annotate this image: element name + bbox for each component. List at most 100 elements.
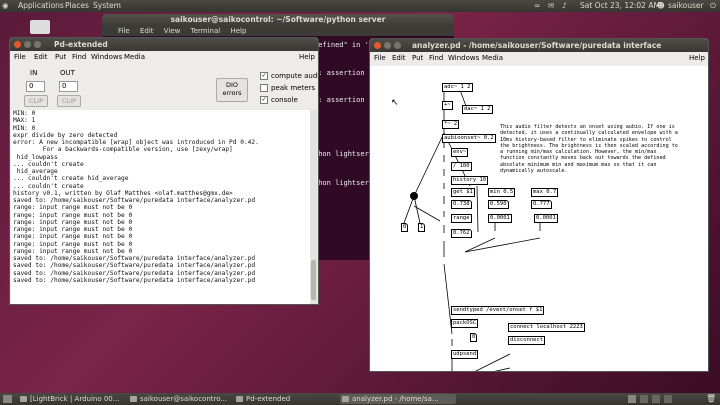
- pd-menu-media[interactable]: Media: [124, 51, 145, 63]
- analyzer-titlebar[interactable]: analyzer.pd - /home/saikouser/Software/p…: [370, 39, 708, 52]
- peak-meters-checkbox[interactable]: peak meters: [260, 84, 315, 92]
- pd-menu-file[interactable]: File: [14, 51, 26, 63]
- analyzer-menu-edit[interactable]: Edit: [392, 52, 406, 64]
- console-checkbox[interactable]: ✓ console: [260, 96, 298, 104]
- pd-console[interactable]: MIN: 0 MAX: 1 MIN: 0 expr divide by zero de…: [11, 110, 311, 304]
- env-object[interactable]: env~: [451, 148, 469, 157]
- compute-audio-check[interactable]: ✓: [260, 72, 268, 80]
- ubuntu-logo-icon[interactable]: ◉: [2, 1, 9, 10]
- minimize-icon[interactable]: [384, 42, 391, 49]
- packosc-object[interactable]: packOSC: [451, 319, 479, 328]
- close-icon[interactable]: [374, 42, 381, 49]
- desktop-drive-icon[interactable]: [30, 20, 50, 34]
- number-one[interactable]: 1: [418, 223, 426, 232]
- pd-menu-help[interactable]: Help: [299, 51, 315, 63]
- pd-extended-titlebar[interactable]: Pd-extended: [10, 38, 318, 51]
- applications-menu[interactable]: Applications: [18, 1, 64, 10]
- volume-icon[interactable]: ♪: [562, 1, 567, 10]
- minimize-icon[interactable]: [24, 41, 31, 48]
- analyzer-menu-put[interactable]: Put: [412, 52, 423, 64]
- terminal-menu-view[interactable]: View: [164, 27, 181, 35]
- console-line: range: input range must not be 0: [13, 211, 133, 219]
- plus-object[interactable]: +~: [442, 101, 453, 110]
- divide-object[interactable]: / 100: [451, 162, 472, 171]
- terminal-menu-edit[interactable]: Edit: [140, 27, 154, 35]
- number-min[interactable]: 0.590: [488, 200, 509, 209]
- pd-menu-edit[interactable]: Edit: [34, 51, 48, 63]
- user-menu[interactable]: saikouser: [668, 1, 704, 10]
- console-line: range: input range must not be 0: [13, 247, 133, 255]
- terminal-menu-file[interactable]: File: [118, 27, 130, 35]
- history-object[interactable]: history 10: [451, 176, 489, 185]
- console-line: ... couldn't create hid_average: [13, 175, 129, 183]
- pd-icon: [236, 396, 243, 402]
- workspace-1[interactable]: [628, 395, 636, 403]
- terminal-title[interactable]: saikouser@saikocontrol: ~/Software/pytho…: [102, 14, 454, 26]
- pd-menu-windows[interactable]: Windows: [91, 51, 122, 63]
- connect-message[interactable]: connect localhost 2223: [508, 323, 585, 332]
- power-icon[interactable]: ⏻: [710, 1, 716, 11]
- show-desktop-icon[interactable]: [3, 395, 12, 403]
- console-line: saved to: /home/saikouser/Software/pured…: [13, 262, 256, 270]
- console-line: saved to: /home/saikouser/Software/pured…: [13, 197, 256, 204]
- terminal-line: thon lightser: [314, 150, 369, 158]
- trash-icon[interactable]: 🗑: [706, 394, 716, 403]
- mail-icon[interactable]: ✉: [548, 1, 554, 10]
- number-zero[interactable]: 0: [401, 223, 409, 232]
- in-clip-button[interactable]: CLIP: [24, 95, 48, 107]
- peak-meters-check[interactable]: [260, 84, 268, 92]
- taskbar-label: [LightBrick | Arduino 00...: [30, 395, 120, 403]
- taskbar-item-pd-extended[interactable]: Pd-extended: [234, 394, 346, 404]
- clock[interactable]: Sat Oct 23, 12:02 AM: [580, 1, 660, 10]
- analyzer-menu-windows[interactable]: Windows: [448, 52, 479, 64]
- terminal-menu-terminal[interactable]: Terminal: [191, 27, 221, 35]
- console-scrollbar[interactable]: [310, 110, 317, 304]
- times-object[interactable]: *~ 2: [442, 120, 460, 129]
- analyzer-menu-help[interactable]: Help: [689, 52, 705, 64]
- pd-menu-put[interactable]: Put: [55, 51, 66, 63]
- system-menu[interactable]: System: [93, 1, 121, 10]
- console-scroll-thumb[interactable]: [311, 260, 316, 300]
- pd-extended-window: Pd-extended File Edit Put Find Windows M…: [9, 37, 319, 305]
- network-icon[interactable]: ≈: [534, 1, 540, 10]
- zero-limit-max[interactable]: 0.0001: [534, 214, 558, 223]
- places-menu[interactable]: Places: [65, 1, 89, 10]
- console-line: saved to: /home/saikouser/Software/pured…: [13, 276, 256, 284]
- peak-meters-label: peak meters: [271, 84, 316, 92]
- console-line: ... couldn't create: [13, 160, 84, 168]
- analyzer-menu-file[interactable]: File: [374, 52, 386, 64]
- workspace-2[interactable]: [640, 395, 648, 403]
- patch-canvas[interactable]: adc~ 1 2 +~ dac~ 1 2 *~ 2 aubioonset~ 0.…: [370, 66, 708, 371]
- zero-limit-min[interactable]: 0.0001: [488, 214, 512, 223]
- bang-button[interactable]: [410, 192, 418, 200]
- terminal-menu-help[interactable]: Help: [230, 27, 246, 35]
- max-object[interactable]: max 0.7: [531, 188, 559, 197]
- maximize-icon[interactable]: [394, 42, 401, 49]
- udpsend-object[interactable]: udpsend: [451, 350, 479, 359]
- taskbar-item-analyzer[interactable]: analyzer.pd - /home/sa...: [340, 394, 456, 404]
- number-output[interactable]: 0.762: [451, 229, 472, 238]
- console-line: For a backwards-compatible version, use …: [13, 146, 233, 154]
- sendtyped-object[interactable]: sendtyped /event/onset f $1: [451, 306, 545, 315]
- analyzer-menu-find[interactable]: Find: [429, 52, 443, 64]
- dio-errors-button[interactable]: DIO errors: [216, 78, 248, 102]
- get-object[interactable]: get $1: [451, 188, 475, 197]
- min-object[interactable]: min 0.5: [488, 188, 516, 197]
- dac-object[interactable]: dac~ 1 2: [462, 105, 493, 114]
- pd-menu-find[interactable]: Find: [72, 51, 86, 63]
- workspace-3[interactable]: [652, 395, 660, 403]
- workspace-4[interactable]: [664, 395, 672, 403]
- range-object[interactable]: range: [451, 214, 472, 223]
- analyzer-menu-media[interactable]: Media: [482, 52, 503, 64]
- adc-object[interactable]: adc~ 1 2: [442, 83, 473, 92]
- number-max[interactable]: 0.777: [531, 200, 552, 209]
- udp-status-number[interactable]: 0: [470, 333, 478, 342]
- close-icon[interactable]: [14, 41, 21, 48]
- number-get[interactable]: 0.738: [451, 200, 472, 209]
- disconnect-message[interactable]: disconnect: [508, 336, 546, 345]
- maximize-icon[interactable]: [34, 41, 41, 48]
- compute-audio-checkbox[interactable]: ✓ compute audio: [260, 72, 318, 80]
- out-clip-button[interactable]: CLIP: [57, 95, 81, 107]
- console-check[interactable]: ✓: [260, 96, 268, 104]
- aubioonset-object[interactable]: aubioonset~ 0.2: [442, 134, 496, 143]
